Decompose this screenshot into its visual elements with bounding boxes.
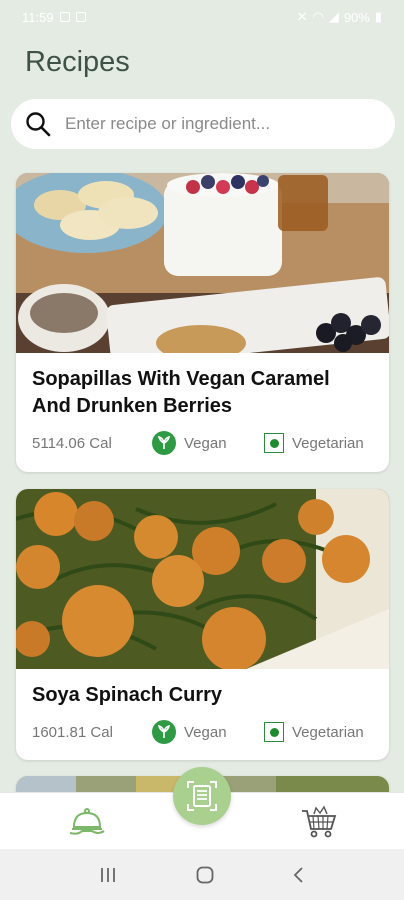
veg-dot-icon [264,433,284,453]
vegetarian-label: Vegetarian [292,723,364,741]
calories: 1601.81 Cal [32,723,113,741]
battery-icon: ▮ [374,9,382,24]
recipe-title: Soya Spinach Curry [32,684,223,706]
vegetarian-label: Vegetarian [292,434,364,452]
status-left: 11:59 [22,10,86,25]
search-input[interactable] [65,114,365,134]
sopapillas-photo [16,173,389,353]
receipt-icon [187,781,217,811]
leaf-icon [152,720,176,744]
status-right: ✕ ◠ ◢ 90% ▮ [297,9,382,25]
system-nav-bar [0,849,404,900]
signal-icon: ◢ [328,9,339,24]
recipe-meta: 1601.81 Cal Vegan Vegetarian [16,720,389,744]
battery-percent: 90% [343,9,370,25]
search-bar[interactable] [11,99,395,149]
status-time: 11:59 [22,9,54,25]
scan-recipe-button[interactable] [173,767,231,825]
vegan-label: Vegan [184,434,227,452]
home-icon[interactable] [195,865,215,885]
mute-icon: ✕ [296,9,308,24]
wifi-icon: ◠ [312,9,324,24]
recipe-card[interactable]: Sopapillas With Vegan Caramel And Drunke… [16,173,389,472]
calories: 5114.06 Cal [32,434,112,452]
vegan-label: Vegan [184,723,227,741]
grocery-cart-icon[interactable] [300,805,338,839]
recipe-card[interactable]: Soya Spinach Curry 1601.81 Cal Vegan Veg… [16,489,389,760]
status-bar: 11:59 ✕ ◠ ◢ 90% ▮ [0,0,404,34]
recents-icon[interactable] [98,866,118,884]
vegetarian-tag: Vegetarian [264,433,364,453]
notification-icon [59,12,70,22]
vegan-tag: Vegan [152,720,264,744]
recipe-image [16,173,389,353]
vegetarian-tag: Vegetarian [264,722,364,742]
serving-dish-icon[interactable] [68,805,106,839]
recipe-meta: 5114.06 Cal Vegan Vegetarian [16,431,389,455]
page-title: Recipes [25,46,130,78]
veg-dot-icon [264,722,284,742]
search-icon [26,112,51,137]
vegan-tag: Vegan [152,431,264,455]
back-icon[interactable] [292,866,306,884]
notification-icon-2 [75,12,86,22]
recipe-title: Sopapillas With Vegan Caramel And Drunke… [32,368,330,417]
leaf-icon [152,431,176,455]
curry-photo [16,489,389,669]
recipe-image [16,489,389,669]
